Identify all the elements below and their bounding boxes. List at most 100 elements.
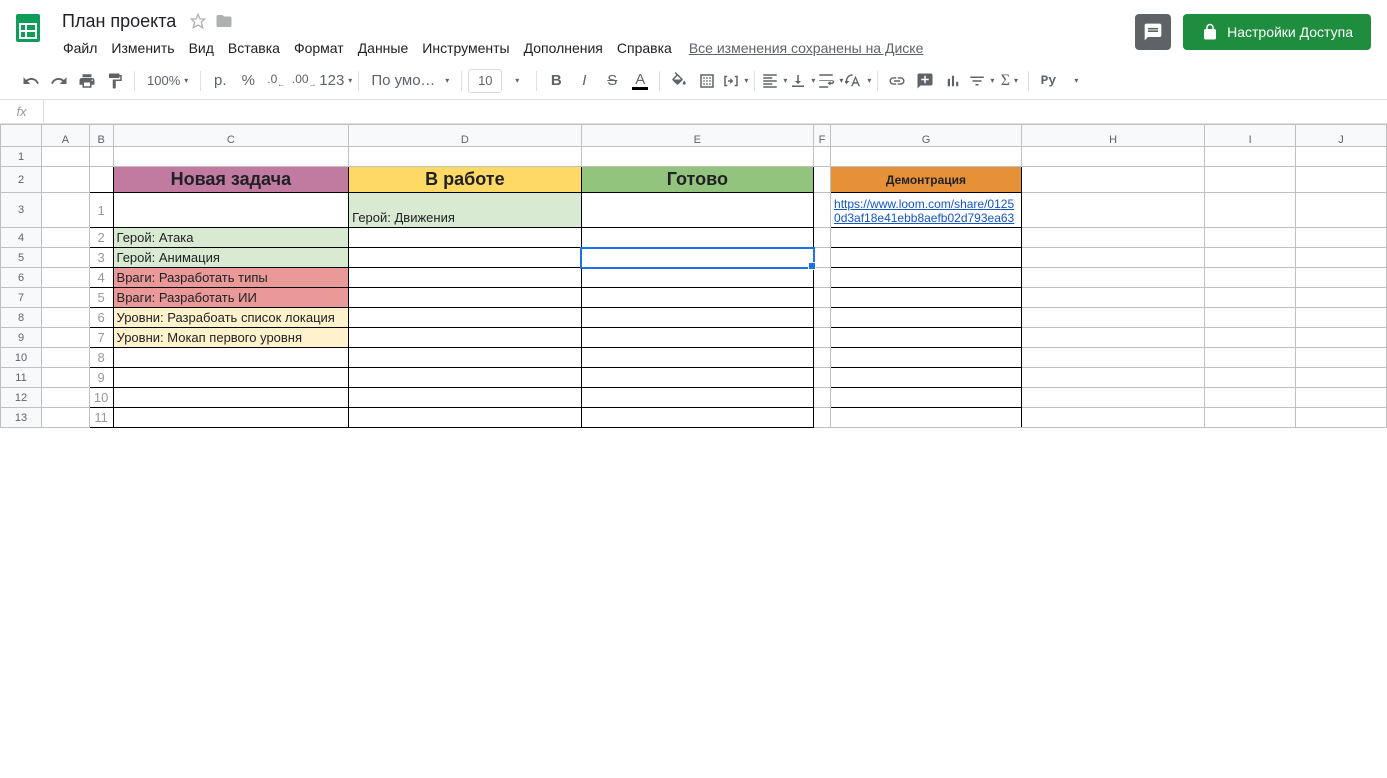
- col-J[interactable]: J: [1295, 125, 1386, 147]
- fill-color-button[interactable]: [666, 68, 692, 94]
- rownum-1[interactable]: 1: [1, 147, 42, 167]
- task-levels-mockup[interactable]: Уровни: Мокап первого уровня: [113, 328, 349, 348]
- col-D[interactable]: D: [349, 125, 581, 147]
- rownum-4[interactable]: 4: [1, 228, 42, 248]
- halign-button[interactable]: [761, 68, 787, 94]
- font-select[interactable]: По умолча…: [365, 68, 455, 94]
- star-icon[interactable]: [188, 11, 208, 31]
- task-hero-animation[interactable]: Герой: Анимация: [113, 248, 349, 268]
- redo-button[interactable]: [46, 68, 72, 94]
- task-hero-movement[interactable]: Герой: Движения: [349, 193, 581, 228]
- demo-link-cell[interactable]: https://www.loom.com/share/01250d3af18e4…: [831, 193, 1022, 228]
- input-tools-button[interactable]: Рy: [1035, 68, 1061, 94]
- rotate-button[interactable]: [845, 68, 871, 94]
- col-G[interactable]: G: [831, 125, 1022, 147]
- col-C[interactable]: C: [113, 125, 349, 147]
- filter-button[interactable]: [968, 68, 994, 94]
- share-button[interactable]: Настройки Доступа: [1183, 14, 1371, 50]
- header-right: Настройки Доступа: [1135, 8, 1379, 50]
- rownum-6[interactable]: 6: [1, 268, 42, 288]
- menu-data[interactable]: Данные: [351, 36, 416, 60]
- merge-button[interactable]: [722, 68, 748, 94]
- menu-tools[interactable]: Инструменты: [415, 36, 516, 60]
- row-10: 10 8: [1, 348, 1387, 368]
- select-all-corner[interactable]: [1, 125, 42, 147]
- rownum-5[interactable]: 5: [1, 248, 42, 268]
- toolbar: 100% р. % .0← .00→ 123 По умолча… 10 ▾ B…: [0, 62, 1387, 100]
- italic-button[interactable]: I: [571, 68, 597, 94]
- zoom-select[interactable]: 100%: [141, 68, 194, 94]
- save-state[interactable]: Все изменения сохранены на Диске: [689, 40, 924, 56]
- row-8: 8 6 Уровни: Разрабоать список локация: [1, 308, 1387, 328]
- header-demo[interactable]: Демонтрация: [831, 167, 1022, 193]
- increase-decimal-button[interactable]: .00→: [291, 68, 317, 94]
- wrap-button[interactable]: [817, 68, 843, 94]
- formula-input[interactable]: [44, 100, 1387, 123]
- rownum-2[interactable]: 2: [1, 167, 42, 193]
- font-size-arrow[interactable]: ▾: [504, 68, 530, 94]
- col-H[interactable]: H: [1021, 125, 1204, 147]
- task-levels-list[interactable]: Уровни: Разрабоать список локация: [113, 308, 349, 328]
- font-size-input[interactable]: 10: [468, 69, 502, 93]
- row-3: 3 1 Герой: Движения https://www.loom.com…: [1, 193, 1387, 228]
- valign-button[interactable]: [789, 68, 815, 94]
- rownum-7[interactable]: 7: [1, 288, 42, 308]
- menu-edit[interactable]: Изменить: [104, 36, 181, 60]
- menu-format[interactable]: Формат: [287, 36, 351, 60]
- menu-file[interactable]: Файл: [56, 36, 104, 60]
- row-5: 5 3 Герой: Анимация: [1, 248, 1387, 268]
- rownum-8[interactable]: 8: [1, 308, 42, 328]
- row-7: 7 5 Враги: Разработать ИИ: [1, 288, 1387, 308]
- col-A[interactable]: A: [42, 125, 90, 147]
- percent-button[interactable]: %: [235, 68, 261, 94]
- lock-icon: [1201, 23, 1219, 41]
- rownum-3[interactable]: 3: [1, 193, 42, 228]
- task-enemies-types[interactable]: Враги: Разработать типы: [113, 268, 349, 288]
- menu-help[interactable]: Справка: [610, 36, 679, 60]
- row-2: 2 Новая задача В работе Готово Демонтрац…: [1, 167, 1387, 193]
- row-11: 11 9: [1, 368, 1387, 388]
- spreadsheet-grid[interactable]: A B C D E F G H I J 1 2: [0, 124, 1387, 778]
- rownum-9[interactable]: 9: [1, 328, 42, 348]
- undo-button[interactable]: [18, 68, 44, 94]
- currency-button[interactable]: р.: [207, 68, 233, 94]
- text-color-button[interactable]: A: [627, 68, 653, 94]
- menu-view[interactable]: Вид: [182, 36, 221, 60]
- col-I[interactable]: I: [1205, 125, 1296, 147]
- comment-button[interactable]: [912, 68, 938, 94]
- col-E[interactable]: E: [581, 125, 813, 147]
- fx-icon[interactable]: fx: [0, 100, 44, 123]
- bold-button[interactable]: B: [543, 68, 569, 94]
- paint-format-button[interactable]: [102, 68, 128, 94]
- chart-button[interactable]: [940, 68, 966, 94]
- row-1: 1: [1, 147, 1387, 167]
- header-in-work[interactable]: В работе: [349, 167, 581, 193]
- header-done[interactable]: Готово: [581, 167, 813, 193]
- number-format-select[interactable]: 123: [319, 68, 352, 94]
- folder-icon[interactable]: [214, 11, 234, 31]
- doc-title[interactable]: План проекта: [56, 9, 182, 34]
- comments-button[interactable]: [1135, 14, 1171, 50]
- col-F[interactable]: F: [814, 125, 831, 147]
- print-button[interactable]: [74, 68, 100, 94]
- menu-addons[interactable]: Дополнения: [517, 36, 610, 60]
- functions-button[interactable]: Σ: [996, 68, 1022, 94]
- column-headers: A B C D E F G H I J: [1, 125, 1387, 147]
- decrease-decimal-button[interactable]: .0←: [263, 68, 289, 94]
- rownum-12[interactable]: 12: [1, 388, 42, 408]
- col-B[interactable]: B: [89, 125, 113, 147]
- task-hero-attack[interactable]: Герой: Атака: [113, 228, 349, 248]
- rownum-11[interactable]: 11: [1, 368, 42, 388]
- toolbar-overflow[interactable]: ▾: [1063, 68, 1089, 94]
- row-9: 9 7 Уровни: Мокап первого уровня: [1, 328, 1387, 348]
- rownum-13[interactable]: 13: [1, 408, 42, 428]
- task-enemies-ai[interactable]: Враги: Разработать ИИ: [113, 288, 349, 308]
- sheets-logo[interactable]: [8, 8, 48, 48]
- selected-cell-E5[interactable]: [581, 248, 813, 268]
- menu-insert[interactable]: Вставка: [221, 36, 287, 60]
- link-button[interactable]: [884, 68, 910, 94]
- header-new-task[interactable]: Новая задача: [113, 167, 349, 193]
- borders-button[interactable]: [694, 68, 720, 94]
- strikethrough-button[interactable]: S: [599, 68, 625, 94]
- rownum-10[interactable]: 10: [1, 348, 42, 368]
